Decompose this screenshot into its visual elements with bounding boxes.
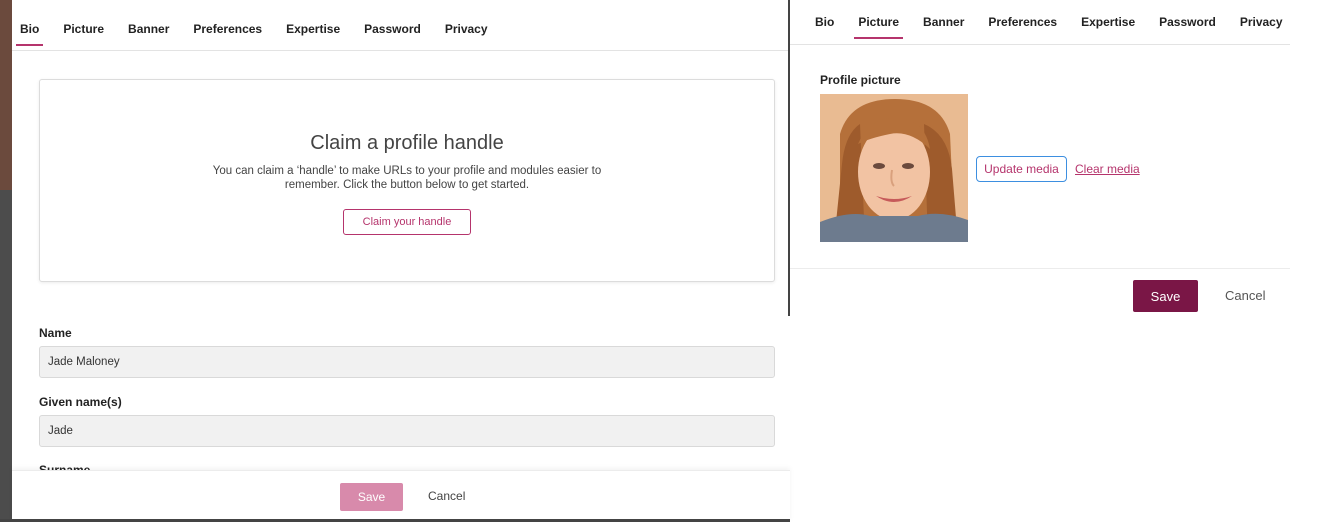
tab-bio[interactable]: Bio — [815, 15, 834, 37]
tab-banner[interactable]: Banner — [128, 22, 169, 44]
tab-preferences[interactable]: Preferences — [193, 22, 262, 44]
left-tab-bar: Bio Picture Banner Preferences Expertise… — [15, 22, 512, 46]
given-name-field[interactable] — [39, 415, 775, 447]
tab-picture[interactable]: Picture — [854, 15, 903, 39]
tab-bio[interactable]: Bio — [15, 22, 44, 46]
right-tab-bar: Bio Picture Banner Preferences Expertise… — [815, 15, 1307, 39]
profile-picture-label: Profile picture — [820, 73, 901, 87]
tab-password[interactable]: Password — [364, 22, 421, 44]
cancel-button[interactable]: Cancel — [428, 489, 465, 503]
tab-password[interactable]: Password — [1159, 15, 1216, 37]
claim-handle-description: You can claim a ‘handle’ to make URLs to… — [212, 165, 602, 191]
claim-handle-card: Claim a profile handle You can claim a ‘… — [39, 79, 775, 282]
left-footer-bar: Save Cancel — [12, 470, 790, 522]
given-name-label: Given name(s) — [39, 395, 122, 409]
tab-divider — [12, 50, 790, 51]
bio-panel: Bio Picture Banner Preferences Expertise… — [0, 0, 790, 522]
tab-picture[interactable]: Picture — [63, 22, 104, 44]
claim-handle-title: Claim a profile handle — [310, 132, 504, 154]
avatar — [820, 94, 968, 242]
tab-expertise[interactable]: Expertise — [1081, 15, 1135, 37]
left-window-edge — [0, 0, 12, 522]
tab-privacy[interactable]: Privacy — [445, 22, 488, 44]
name-field[interactable] — [39, 346, 775, 378]
clear-media-link[interactable]: Clear media — [1075, 162, 1140, 176]
name-label: Name — [39, 326, 72, 340]
right-footer-bar: Save Cancel — [788, 268, 1290, 316]
claim-handle-button[interactable]: Claim your handle — [343, 209, 471, 235]
tab-preferences[interactable]: Preferences — [988, 15, 1057, 37]
tab-banner[interactable]: Banner — [923, 15, 964, 37]
tab-divider — [788, 44, 1290, 45]
cancel-button[interactable]: Cancel — [1225, 288, 1265, 303]
tab-privacy[interactable]: Privacy — [1240, 15, 1283, 37]
save-button[interactable]: Save — [340, 483, 403, 511]
update-media-button[interactable]: Update media — [976, 156, 1067, 182]
save-button[interactable]: Save — [1133, 280, 1198, 312]
picture-panel: Bio Picture Banner Preferences Expertise… — [788, 0, 1290, 316]
tab-expertise[interactable]: Expertise — [286, 22, 340, 44]
panel-divider — [788, 0, 790, 316]
